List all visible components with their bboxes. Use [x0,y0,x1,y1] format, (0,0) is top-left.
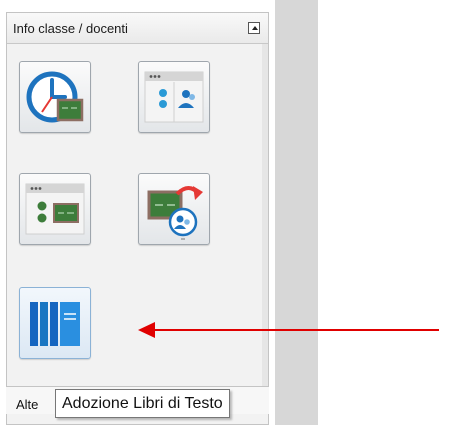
blackboard-teacher-export-icon [147,186,203,240]
clock-blackboard-tile[interactable] [19,61,91,133]
board-teacher-export-tile[interactable] [138,173,210,245]
panel-scrollbar[interactable] [262,44,268,394]
panel-title: Info classe / docenti [13,21,128,36]
class-window-board-icon [25,183,85,235]
red-arrow-shaft [154,329,439,331]
scroll-gutter [275,0,318,425]
tooltip-text: Adozione Libri di Testo [62,395,223,412]
collapse-button[interactable] [248,22,260,34]
class-window-teacher-icon [144,71,204,123]
red-arrow-head [138,322,155,338]
bottom-tab-label: Alte [16,397,39,412]
textbooks-icon [30,302,80,346]
class-teacher-tile[interactable] [138,61,210,133]
class-board-tile[interactable] [19,173,91,245]
panel-header: Info classe / docenti [7,13,268,44]
clock-blackboard-icon [26,71,84,123]
tooltip: Adozione Libri di Testo [55,389,230,418]
background-area [275,0,451,425]
textbooks-tile[interactable] [19,287,91,359]
